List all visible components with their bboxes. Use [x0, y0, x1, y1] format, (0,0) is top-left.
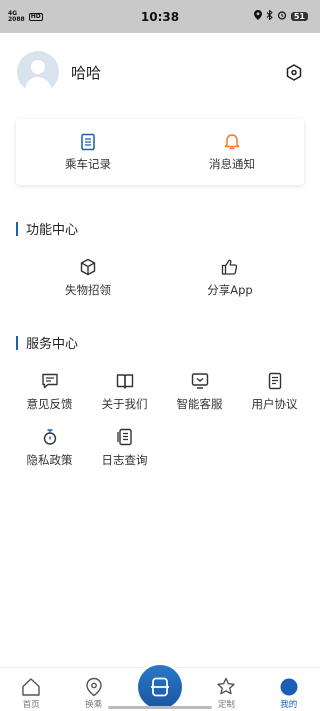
- feedback-button[interactable]: 意见反馈: [12, 372, 87, 412]
- function-center-grid: 失物招领 分享App: [17, 258, 320, 298]
- ride-records-label: 乘车记录: [65, 156, 111, 171]
- ride-records-button[interactable]: 乘车记录: [16, 119, 160, 185]
- alarm-icon: [277, 10, 287, 23]
- bell-icon: [224, 133, 240, 149]
- share-app-label: 分享App: [207, 283, 253, 297]
- function-center-title: 功能中心: [26, 223, 79, 238]
- log-query-label: 日志查询: [101, 453, 148, 467]
- document-icon: [81, 133, 95, 150]
- home-indicator: [108, 706, 212, 709]
- settings-button[interactable]: [285, 63, 303, 81]
- tv-icon: [191, 373, 208, 389]
- log-query-button[interactable]: 日志查询: [87, 428, 162, 468]
- comment-icon: [41, 373, 58, 389]
- tab-home-label: 首页: [22, 700, 40, 710]
- bluetooth-icon: [266, 9, 273, 23]
- avatar[interactable]: [17, 51, 59, 93]
- service-center-row-1: 意见反馈 关于我们 智能客服 用户协议: [12, 372, 320, 412]
- lost-and-found-label: 失物招领: [65, 283, 111, 297]
- status-bar: 4G 2088 HD 10:38 51: [0, 0, 320, 33]
- lost-and-found-button[interactable]: 失物招领: [17, 258, 159, 298]
- feedback-label: 意见反馈: [26, 397, 73, 411]
- star-icon: [217, 677, 236, 695]
- service-center-row-2: 隐私政策 日志查询: [12, 428, 320, 468]
- gear-icon: [286, 63, 302, 81]
- tab-mine[interactable]: 我的: [261, 677, 317, 710]
- about-us-label: 关于我们: [101, 397, 148, 411]
- function-center-heading: 功能中心: [16, 219, 78, 238]
- profile-icon: [280, 678, 298, 696]
- scan-icon: [151, 677, 169, 697]
- smart-support-button[interactable]: 智能客服: [162, 372, 237, 412]
- user-agreement-button[interactable]: 用户协议: [237, 372, 312, 412]
- network-indicator: 4G 2088 HD: [8, 10, 43, 23]
- tab-custom-label: 定制: [217, 700, 235, 710]
- tab-mine-label: 我的: [280, 700, 298, 710]
- hd-badge: HD: [28, 12, 43, 21]
- location-status-icon: [253, 10, 262, 23]
- agreement-icon: [268, 372, 281, 390]
- tab-home[interactable]: 首页: [3, 677, 59, 710]
- profile-header: 哈哈: [17, 50, 303, 94]
- tab-transfer-label: 换乘: [85, 700, 103, 710]
- cube-icon: [80, 258, 96, 276]
- service-center-title: 服务中心: [26, 337, 79, 352]
- home-icon: [22, 678, 40, 696]
- book-icon: [116, 374, 133, 389]
- signal-bars: 2088: [8, 15, 25, 23]
- privacy-policy-button[interactable]: 隐私政策: [12, 428, 87, 468]
- quick-access-card: 乘车记录 消息通知: [16, 119, 304, 185]
- about-us-button[interactable]: 关于我们: [87, 372, 162, 412]
- scan-button[interactable]: [138, 665, 182, 709]
- service-center-heading: 服务中心: [16, 333, 78, 352]
- share-app-button[interactable]: 分享App: [159, 258, 301, 298]
- smart-support-label: 智能客服: [176, 397, 223, 411]
- user-agreement-label: 用户协议: [251, 397, 298, 411]
- notifications-label: 消息通知: [209, 156, 255, 171]
- thumbs-up-icon: [221, 259, 238, 275]
- notifications-button[interactable]: 消息通知: [160, 119, 304, 185]
- privacy-policy-label: 隐私政策: [26, 453, 73, 467]
- username[interactable]: 哈哈: [71, 62, 101, 83]
- privacy-icon: [43, 429, 56, 445]
- battery-indicator: 51: [290, 12, 308, 21]
- log-icon: [116, 428, 132, 446]
- location-icon: [85, 677, 102, 697]
